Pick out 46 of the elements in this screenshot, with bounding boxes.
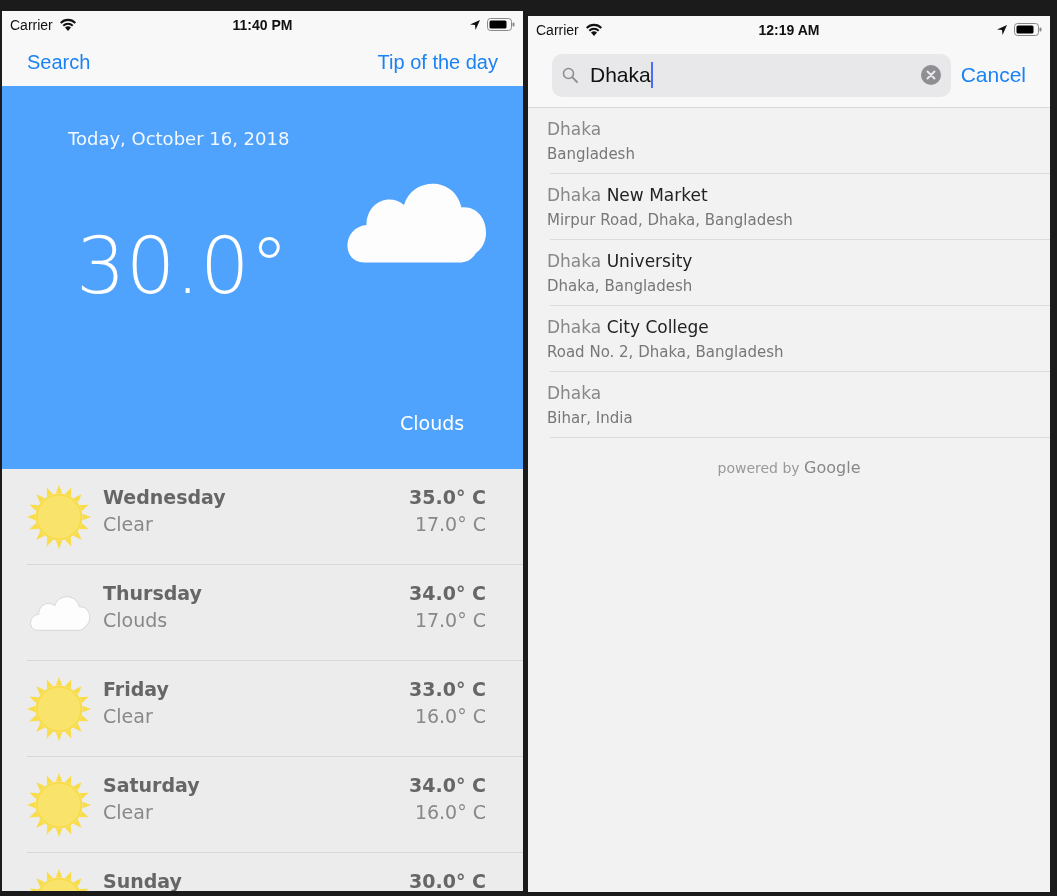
high-temperature: 30.0° C [409, 870, 486, 891]
battery-icon [487, 18, 515, 31]
low-temperature: 17.0° C [413, 513, 486, 535]
date-label: Today, October 16, 2018 [67, 127, 291, 149]
day-label: Saturday [103, 774, 201, 796]
high-temperature: 33.0° C [409, 678, 486, 700]
search-result[interactable]: Dhaka City College Road No. 2, Dhaka, Bangladesh [550, 306, 1050, 372]
wifi-icon [584, 23, 603, 36]
low-temperature: 16.0° C [413, 705, 486, 727]
carrier-label: Carrier [536, 21, 579, 38]
search-link[interactable]: Search [27, 50, 91, 74]
cancel-button[interactable]: Cancel [960, 63, 1026, 87]
condition-label: Clear [103, 705, 154, 727]
temperature-value: 30.0° [76, 227, 289, 305]
status-time: 12:19 AM [758, 21, 820, 38]
search-icon [562, 67, 578, 83]
high-temperature: 35.0° C [409, 486, 486, 508]
day-label: Wednesday [103, 486, 227, 508]
battery-icon [1014, 23, 1042, 36]
tip-of-the-day-link[interactable]: Tip of the day [377, 50, 498, 74]
attribution-label: powered by Google [716, 458, 862, 477]
sun-icon [27, 772, 91, 837]
carrier-label: Carrier [10, 16, 53, 33]
cloud-icon [27, 593, 91, 632]
high-temperature: 34.0° C [409, 582, 486, 604]
day-label: Friday [103, 678, 170, 700]
condition-label: Clear [103, 513, 154, 535]
low-temperature: 17.0° C [413, 609, 486, 631]
day-label: Thursday [103, 582, 203, 604]
search-result[interactable]: Dhaka New Market Mirpur Road, Dhaka, Bangladesh [550, 174, 1050, 240]
sun-icon [27, 676, 91, 741]
condition-label: Clouds [103, 609, 169, 631]
status-time: 11:40 PM [232, 16, 293, 33]
condition-label: Clear [103, 801, 154, 823]
high-temperature: 34.0° C [409, 774, 486, 796]
search-result[interactable]: Dhaka University Dhaka, Bangladesh [550, 240, 1050, 306]
location-arrow-icon [996, 23, 1008, 36]
condition-label: Clouds [400, 412, 465, 434]
search-result[interactable]: Dhaka Bangladesh [550, 108, 1050, 174]
clear-icon[interactable] [920, 65, 941, 85]
sun-icon [27, 484, 91, 549]
search-result[interactable]: Dhaka Bihar, India [550, 372, 1050, 438]
low-temperature: 16.0° C [413, 801, 486, 823]
wifi-icon [58, 18, 77, 31]
location-arrow-icon [469, 18, 481, 31]
search-field[interactable]: Dhaka [552, 53, 951, 97]
